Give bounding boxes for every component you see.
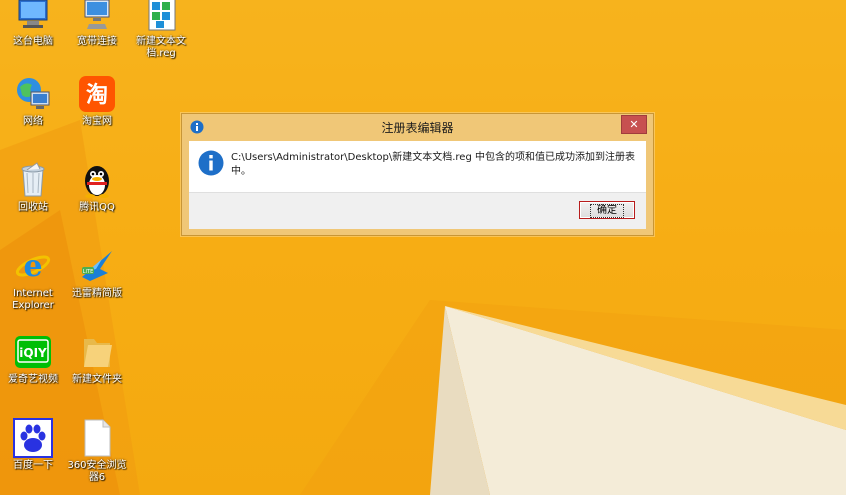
dialog-content: C:\Users\Administrator\Desktop\新建文本文档.re… bbox=[189, 141, 646, 192]
desktop-icon-label: 爱奇艺视频 bbox=[8, 374, 58, 385]
dialog-message: C:\Users\Administrator\Desktop\新建文本文档.re… bbox=[231, 152, 635, 177]
ok-button-label: 确定 bbox=[590, 204, 624, 218]
desktop-icon-internet-explorer[interactable]: e Internet Explorer bbox=[1, 246, 65, 312]
recycle-bin-icon bbox=[13, 160, 53, 200]
folder-icon bbox=[77, 332, 117, 372]
dialog-footer: 确定 bbox=[189, 192, 646, 229]
desktop-icon-recycle-bin[interactable]: 回收站 bbox=[1, 160, 65, 214]
blank-document-icon bbox=[77, 418, 117, 458]
desktop-icon-label: 网络 bbox=[23, 116, 43, 127]
network-globe-icon bbox=[13, 74, 53, 114]
desktop-icon-reg-file[interactable]: 新建文本文档.reg bbox=[129, 0, 193, 60]
desktop-icon-this-pc[interactable]: 这台电脑 bbox=[1, 0, 65, 48]
iqiyi-icon: iQIY bbox=[13, 332, 53, 372]
dialog-body: C:\Users\Administrator\Desktop\新建文本文档.re… bbox=[189, 141, 646, 229]
baidu-paw-icon bbox=[13, 418, 53, 458]
qq-penguin-icon bbox=[77, 160, 117, 200]
desktop-icon-label: 新建文件夹 bbox=[72, 374, 122, 385]
desktop-icon-iqiyi[interactable]: iQIY 爱奇艺视频 bbox=[1, 332, 65, 386]
registry-file-icon bbox=[141, 0, 181, 34]
registry-editor-dialog: 注册表编辑器 ✕ C:\Users\Administrator\Desktop\… bbox=[181, 113, 654, 236]
desktop-icon-label: 淘宝网 bbox=[82, 116, 112, 127]
svg-text:e: e bbox=[23, 249, 42, 284]
desktop-icon-label: 迅雷精简版 bbox=[72, 288, 122, 299]
ok-button[interactable]: 确定 bbox=[579, 201, 635, 219]
desktop-icon-new-folder[interactable]: 新建文件夹 bbox=[65, 332, 129, 386]
xunlei-bird-icon: LITE bbox=[77, 246, 117, 286]
desktop-icon-qq[interactable]: 腾讯QQ bbox=[65, 160, 129, 214]
dialog-title: 注册表编辑器 bbox=[381, 121, 454, 135]
desktop-icon-label: 百度一下 bbox=[13, 460, 53, 471]
network-connection-icon bbox=[77, 0, 117, 34]
desktop-icon-taobao[interactable]: 淘 淘宝网 bbox=[65, 74, 129, 128]
svg-text:iQIY: iQIY bbox=[19, 346, 47, 360]
desktop-icon-xunlei[interactable]: LITE 迅雷精简版 bbox=[65, 246, 129, 300]
desktop-icon-label: 360安全浏览 器6 bbox=[67, 460, 127, 483]
desktop-icon-label: Internet Explorer bbox=[12, 288, 54, 311]
svg-text:淘: 淘 bbox=[86, 82, 108, 108]
desktop-icon-label: 这台电脑 bbox=[13, 36, 53, 47]
desktop-icon-network[interactable]: 网络 bbox=[1, 74, 65, 128]
desktop-icon-label: 腾讯QQ bbox=[79, 202, 115, 213]
computer-icon bbox=[13, 0, 53, 34]
desktop-icon-broadband[interactable]: 宽带连接 bbox=[65, 0, 129, 48]
desktop-icon-360-browser[interactable]: 360安全浏览 器6 bbox=[65, 418, 129, 484]
desktop: 这台电脑 宽带连接 新建文本文档.reg 网络 淘 淘宝网 回收站 腾讯QQ e… bbox=[0, 0, 846, 495]
desktop-icon-baidu[interactable]: 百度一下 bbox=[1, 418, 65, 472]
info-icon bbox=[198, 150, 224, 176]
close-button[interactable]: ✕ bbox=[621, 115, 647, 134]
desktop-icon-label: 回收站 bbox=[18, 202, 48, 213]
desktop-icon-label: 宽带连接 bbox=[77, 36, 117, 47]
close-icon: ✕ bbox=[629, 118, 639, 131]
svg-text:LITE: LITE bbox=[83, 269, 93, 275]
internet-explorer-icon: e bbox=[13, 246, 53, 286]
desktop-icon-label: 新建文本文档.reg bbox=[136, 36, 186, 59]
dialog-titlebar[interactable]: 注册表编辑器 ✕ bbox=[182, 114, 653, 140]
taobao-icon: 淘 bbox=[77, 74, 117, 114]
